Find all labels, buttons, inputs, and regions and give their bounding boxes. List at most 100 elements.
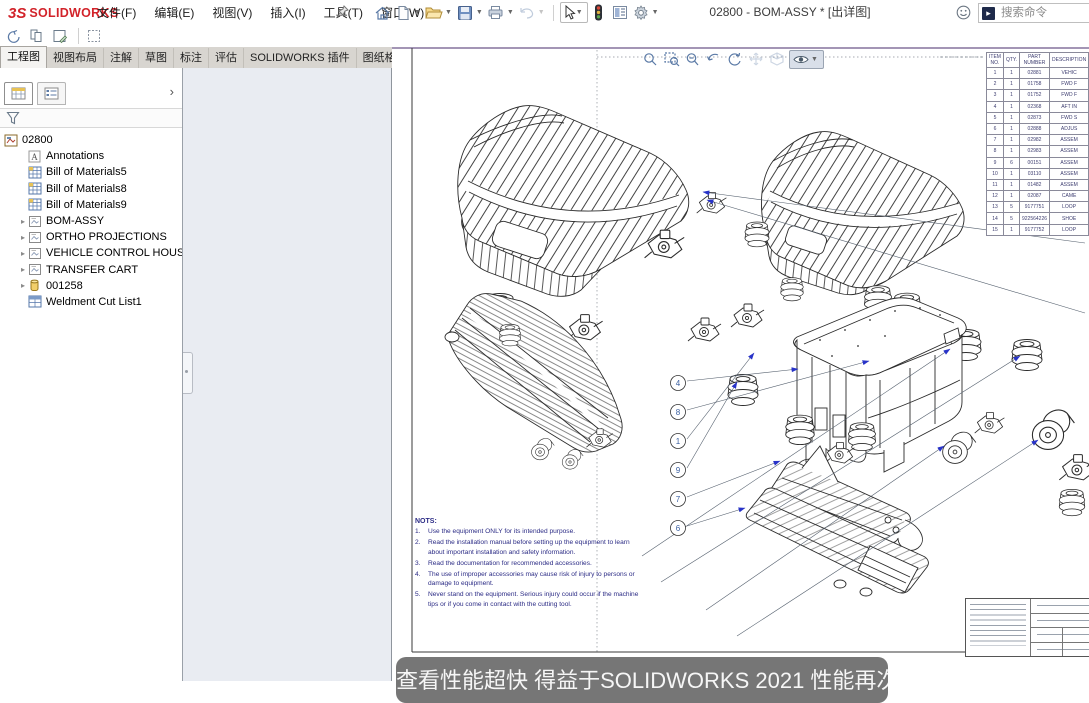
search-input[interactable] [999,6,1083,20]
tree-item-label: ORTHO PROJECTIONS [46,231,167,243]
save-dropdown-caret[interactable]: ▼ [476,9,483,16]
home-icon[interactable] [372,3,392,23]
tree-item-bom-assy[interactable]: ▸ BOM-ASSY [0,213,182,229]
bom-cell: SHOE [1050,213,1089,224]
select-dropdown-caret[interactable]: ▼ [576,9,583,16]
help-smiley-icon[interactable] [956,5,971,25]
tree-item-transfer-cart[interactable]: ▸TRANSFER CART [0,262,182,278]
bom-row[interactable]: 1519177752LOOP [987,224,1089,235]
bom-row[interactable]: 4102368AFT IN [987,101,1089,112]
panel-expand-chevron[interactable]: › [170,84,174,99]
rotate-view-icon[interactable] [726,51,743,67]
empty-view-icon[interactable] [84,27,104,45]
view-chassis-frame[interactable] [445,294,622,470]
bom-row[interactable]: 145922564226SHOE [987,213,1089,224]
new-document-icon[interactable] [393,3,413,23]
ribbon-tab[interactable]: 注解 [104,48,139,68]
tree-item-bill-of-materials9[interactable]: Bill of Materials9 [0,197,182,213]
bom-cell: FWD F [1050,79,1089,90]
view-control-housing[interactable] [688,278,1042,472]
menu-插入(I)[interactable]: 插入(I) [261,4,314,21]
tree-item-label: BOM-ASSY [46,215,104,227]
evaluate-list-icon[interactable] [610,3,630,23]
bom-row[interactable]: 7102982ASSEM [987,135,1089,146]
tree-item-ortho-projections[interactable]: ▸ ORTHO PROJECTIONS [0,229,182,245]
tree-item-root[interactable]: 02800 [0,132,182,148]
rebuild-icon[interactable] [4,27,24,45]
tree-item-vehicle-control-housing-a[interactable]: ▸VEHICLE CONTROL HOUSING A [0,245,182,261]
menu-编辑(E)[interactable]: 编辑(E) [145,4,203,21]
note-item: 2.Read the installation manual before se… [415,538,647,558]
tree-item-weldment-cut-list1[interactable]: Weldment Cut List1 [0,294,182,310]
panel-splitter-handle[interactable] [183,352,193,394]
expand-arrow-icon[interactable]: ▸ [18,233,28,242]
bom-row[interactable]: 11101482ASSEM [987,179,1089,190]
ribbon-tab[interactable]: 工程图 [0,46,47,68]
bom-row[interactable]: 2101758FWD F [987,79,1089,90]
pin-icon[interactable] [336,5,349,23]
tab-display-pane[interactable] [37,82,66,105]
drawing-notes[interactable]: NOTS: 1.Use the equipment ONLY for its i… [415,518,647,611]
open-dropdown-caret[interactable]: ▼ [445,9,452,16]
bom-header-cell: QTY. [1003,53,1019,68]
pan-icon[interactable] [747,51,764,67]
ribbon-tab[interactable]: 视图布局 [47,48,104,68]
tree-item-label: Annotations [46,150,104,162]
bom-row[interactable]: 1102881VEHIC [987,68,1089,79]
traffic-light-icon[interactable] [589,3,609,23]
select-tool[interactable]: ▼ [560,2,588,23]
copy-sheet-icon[interactable] [27,27,47,45]
view-rail-assemblies[interactable] [746,446,928,596]
bom-cell: 10 [987,168,1004,179]
menu-文件(F)[interactable]: 文件(F) [88,4,145,21]
bom-row[interactable]: 3101752FWD F [987,90,1089,101]
ribbon-tab[interactable]: 标注 [174,48,209,68]
bom-row[interactable]: 5102873FWD S [987,112,1089,123]
save-icon[interactable] [455,3,475,23]
3d-drawing-view-icon[interactable] [768,51,785,67]
open-icon[interactable] [424,3,444,23]
ribbon-tab-bar: 工程图视图布局注解草图标注评估SOLIDWORKS 插件图纸格式 [0,47,421,69]
tree-item-001258[interactable]: ▸001258 [0,278,182,294]
print-dropdown-caret[interactable]: ▼ [507,9,514,16]
bom-row[interactable]: 1359177751LOOP [987,202,1089,213]
bom-cell: LOOP [1050,224,1089,235]
quickrow-divider [78,28,79,44]
expand-arrow-icon[interactable]: ▸ [18,217,28,226]
bom-row[interactable]: 8102983ASSEM [987,146,1089,157]
bom-cell: 1 [1003,135,1019,146]
zoom-fit-icon[interactable] [642,51,659,67]
bom-table[interactable]: ITEM NO.QTY.PART NUMBERDESCRIPTION 11028… [986,52,1089,236]
zoom-to-area-icon[interactable] [663,51,680,67]
bom-row[interactable]: 6102888ADJUS [987,123,1089,134]
bom-row[interactable]: 9600151ASSEM [987,157,1089,168]
bom-row[interactable]: 10103110ASSEM [987,168,1089,179]
tab-feature-tree[interactable] [4,82,33,105]
undo-icon[interactable] [517,3,537,23]
view-settings-button[interactable]: ▼ [789,50,824,69]
undo-dropdown-caret[interactable]: ▼ [538,9,545,16]
tree-item-bill-of-materials8[interactable]: Bill of Materials8 [0,181,182,197]
bom-row[interactable]: 12102087CAME [987,191,1089,202]
edit-sheet-format-icon[interactable] [50,27,70,45]
ribbon-tab[interactable]: 评估 [209,48,244,68]
ribbon-tab[interactable]: SOLIDWORKS 插件 [244,48,357,68]
menu-视图(V)[interactable]: 视图(V) [203,4,261,21]
print-icon[interactable] [486,3,506,23]
tree-item-annotations[interactable]: AAnnotations [0,148,182,164]
search-icon[interactable]: ▸ [982,7,995,20]
bom-cell: 1 [1003,112,1019,123]
bom-cell: 02983 [1019,146,1049,157]
expand-arrow-icon[interactable]: ▸ [18,265,28,274]
expand-arrow-icon[interactable]: ▸ [18,249,28,258]
previous-view-icon[interactable] [705,51,722,67]
zoom-in-out-icon[interactable] [684,51,701,67]
title-block[interactable] [965,598,1089,657]
drawing-canvas[interactable]: 481976 ▼ ITEM NO.QTY.PART NUMBERDESCRIPT… [392,47,1089,681]
drawing-icon [4,134,19,147]
tree-filter-bar[interactable] [0,108,182,128]
new-dropdown-caret[interactable]: ▼ [414,9,421,16]
ribbon-tab[interactable]: 草图 [139,48,174,68]
tree-item-bill-of-materials5[interactable]: Bill of Materials5 [0,164,182,180]
expand-arrow-icon[interactable]: ▸ [18,281,28,290]
